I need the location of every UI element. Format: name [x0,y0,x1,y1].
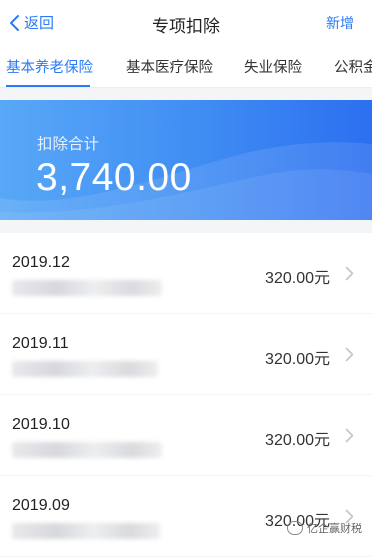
record-period: 2019.10 [12,416,70,434]
list-item[interactable]: 2019.12 320.00元 [0,233,372,313]
page-title: 专项扣除 [0,12,372,37]
record-period: 2019.11 [12,335,69,353]
chevron-right-icon [345,266,354,281]
chevron-right-icon [345,428,354,443]
tab-bar: 基本养老保险 基本医疗保险 失业保险 公积金 [0,44,372,88]
list-item[interactable]: 2019.11 320.00元 [0,314,372,394]
add-button[interactable]: 新增 [326,13,354,33]
nav-bar: 返回 专项扣除 新增 [0,0,372,44]
wechat-icon [287,521,303,535]
summary-banner: 扣除合计 3,740.00 [0,100,372,220]
record-period: 2019.09 [12,497,70,515]
tab-pension[interactable]: 基本养老保险 [6,56,93,77]
list-item[interactable]: 2019.09 320.00元 [0,476,372,556]
record-amount: 320.00元 [265,264,330,288]
redacted-text [12,442,162,458]
record-list: 2019.12 320.00元 2019.11 320.00元 2019.10 … [0,233,372,557]
record-amount: 320.00元 [265,345,330,369]
tab-unemployment[interactable]: 失业保险 [244,56,302,77]
watermark-text: 亿企赢财税 [307,520,362,536]
redacted-text [12,361,158,377]
active-tab-indicator [6,85,90,87]
summary-amount: 3,740.00 [36,156,192,200]
list-item[interactable]: 2019.10 320.00元 [0,395,372,475]
record-period: 2019.12 [12,254,70,272]
chevron-right-icon [345,347,354,362]
summary-label: 扣除合计 [37,132,99,154]
redacted-text [12,523,160,539]
tab-housing-fund[interactable]: 公积金 [334,56,372,77]
tab-medical[interactable]: 基本医疗保险 [126,56,213,77]
record-amount: 320.00元 [265,426,330,450]
redacted-text [12,280,162,296]
watermark: 亿企赢财税 [287,520,362,536]
